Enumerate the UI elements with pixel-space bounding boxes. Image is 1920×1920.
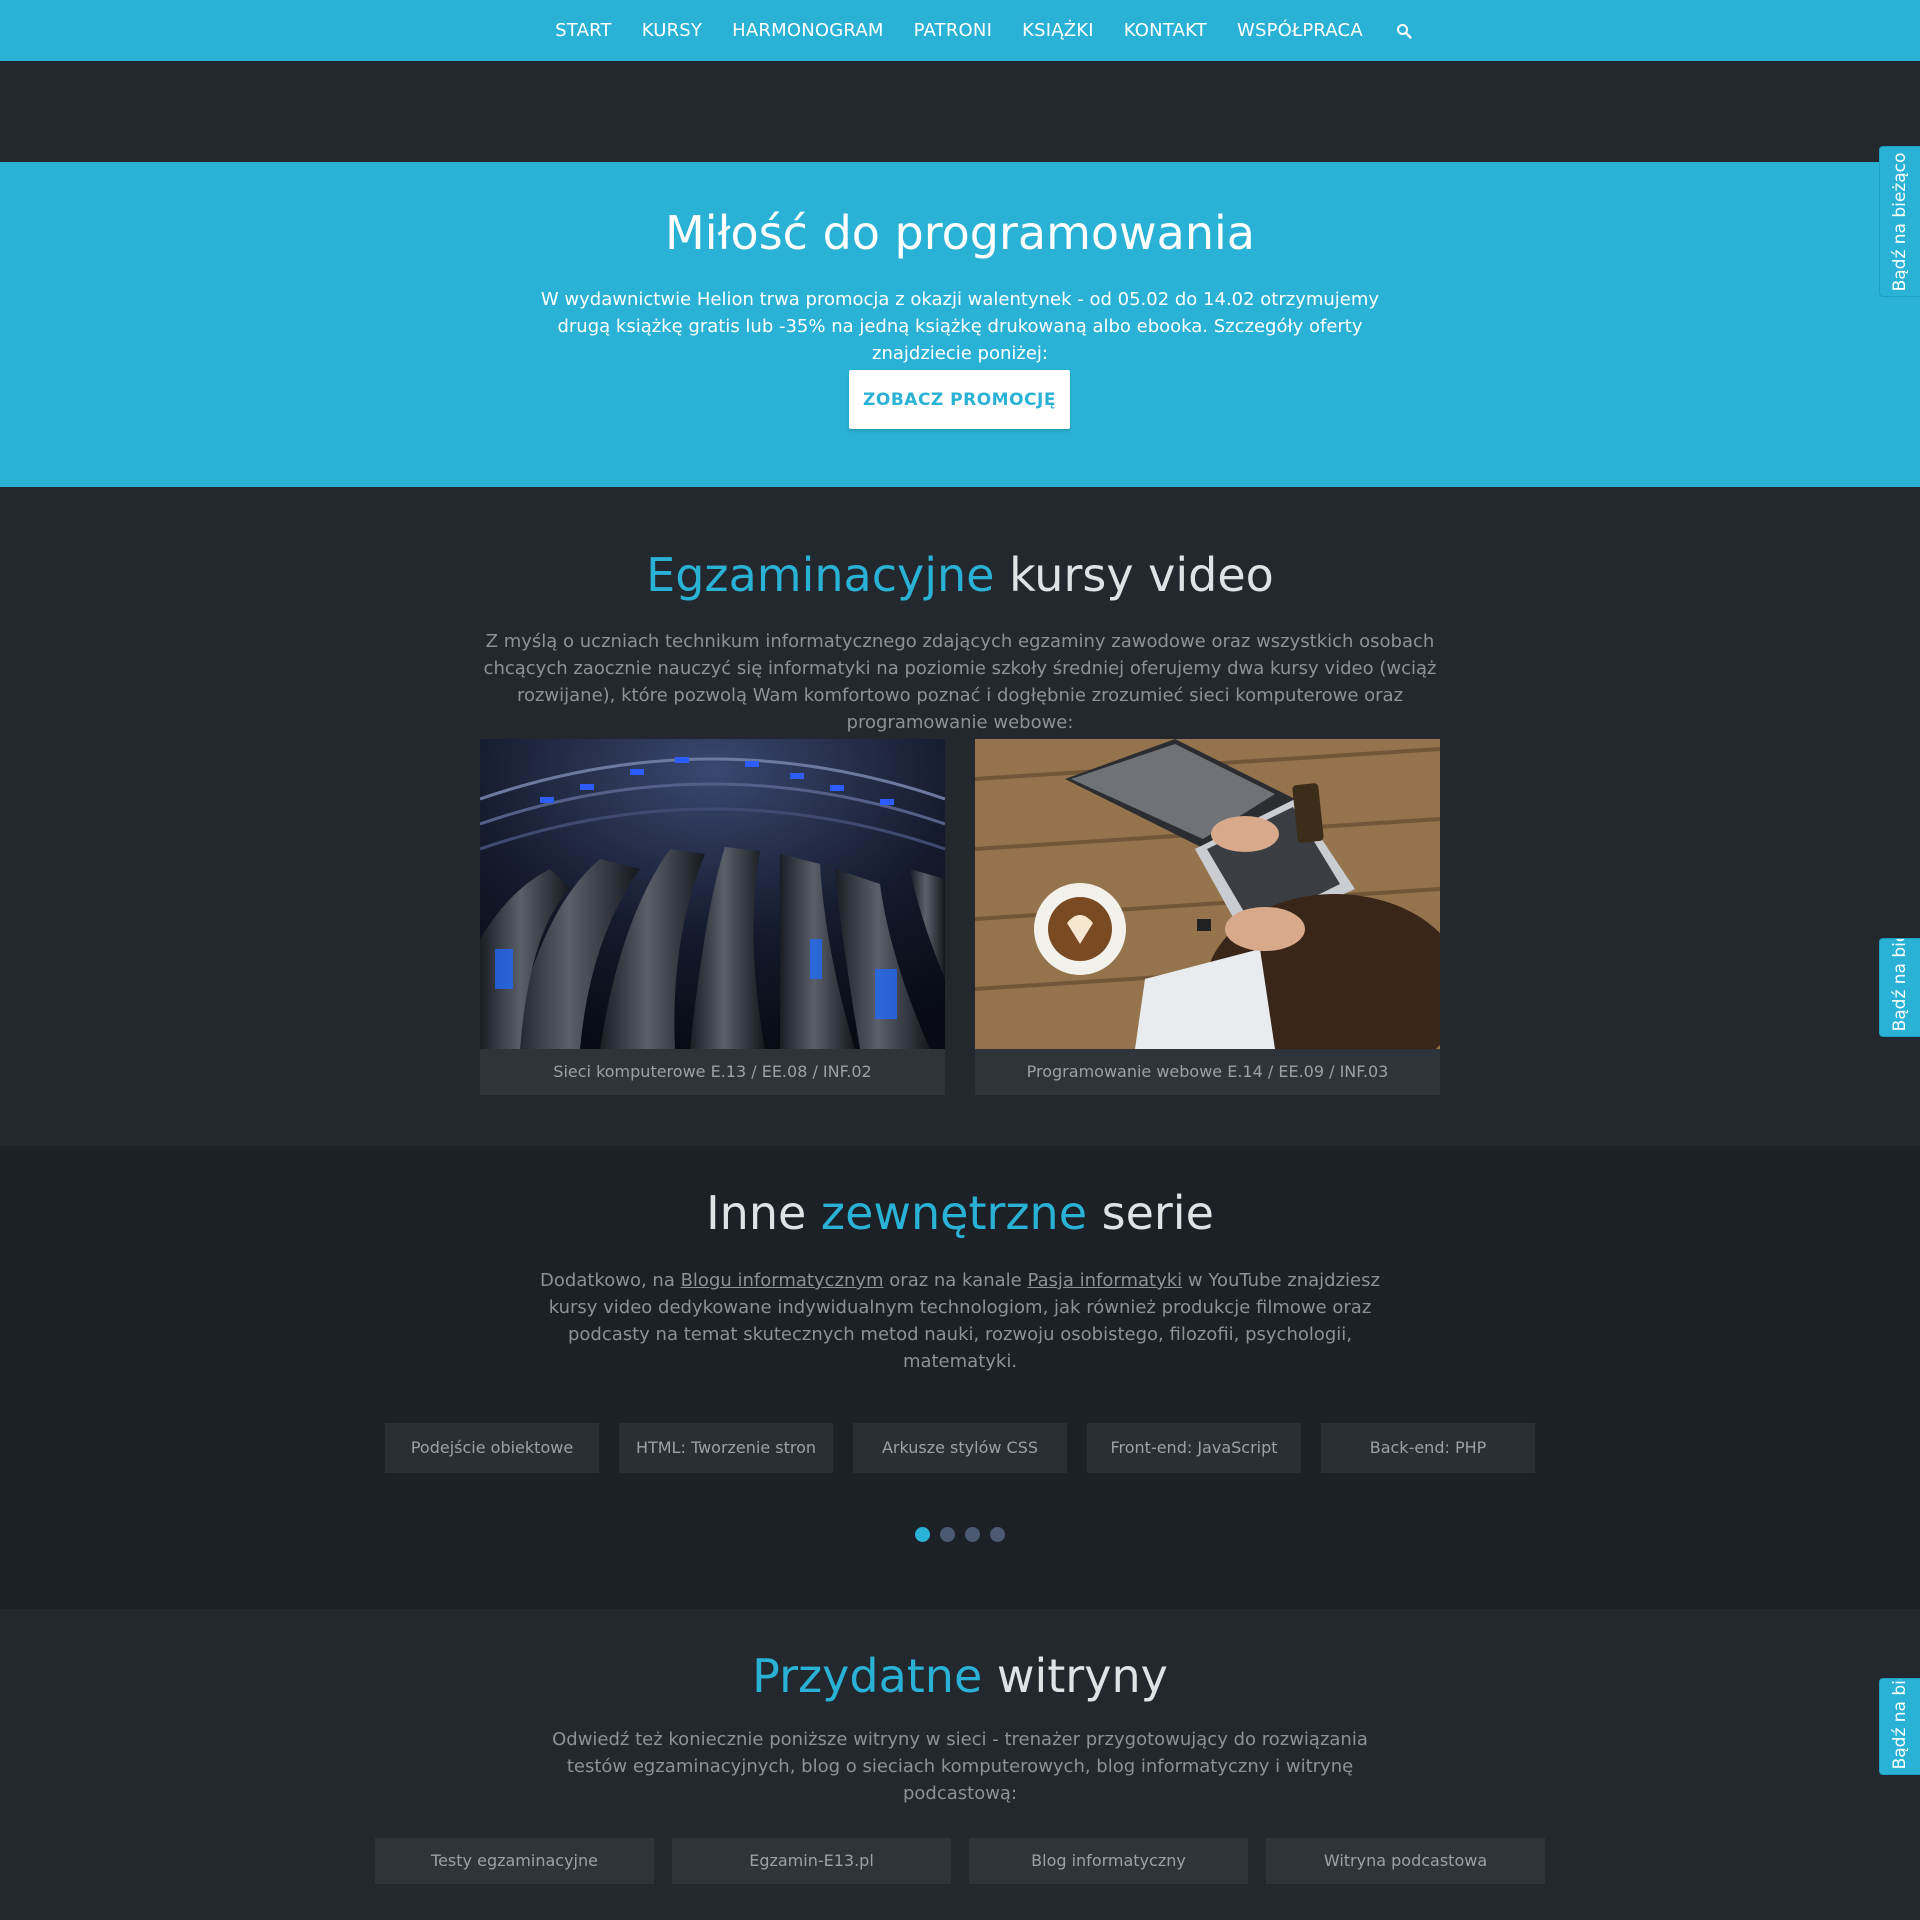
series-title: Inne zewnętrzne serie xyxy=(0,1186,1920,1240)
webdev-course-image xyxy=(975,739,1440,1049)
site-button-egzamin-e13[interactable]: Egzamin-E13.pl xyxy=(672,1838,951,1884)
courses-title-accent: Egzaminacyjne xyxy=(646,548,995,602)
stay-updated-label: Bądź na bieżąco xyxy=(1890,938,1910,1032)
nav-item-patroni[interactable]: PATRONI xyxy=(914,20,992,41)
stay-updated-tab[interactable]: Bądź na bieżąco xyxy=(1879,146,1920,297)
series-button-php[interactable]: Back-end: PHP xyxy=(1321,1423,1535,1473)
sites-title: Przydatne witryny xyxy=(0,1649,1920,1703)
see-promo-button[interactable]: ZOBACZ PROMOCJĘ xyxy=(849,370,1070,429)
nav-item-start[interactable]: START xyxy=(555,20,612,41)
useful-sites-section: Przydatne witryny Odwiedź też koniecznie… xyxy=(0,1609,1920,1920)
stay-updated-tab[interactable]: Bądź na bieżąco xyxy=(1879,938,1920,1037)
series-title-start: Inne xyxy=(706,1186,821,1240)
top-navigation: START KURSY HARMONOGRAM PATRONI KSIĄŻKI … xyxy=(0,0,1920,62)
site-button-podcast[interactable]: Witryna podcastowa xyxy=(1266,1838,1545,1884)
courses-section: Egzaminacyjne kursy video Z myślą o uczn… xyxy=(0,487,1920,1146)
blog-link[interactable]: Blogu informatycznym xyxy=(681,1270,884,1291)
site-button-it-blog[interactable]: Blog informatyczny xyxy=(969,1838,1248,1884)
nav-menu: START KURSY HARMONOGRAM PATRONI KSIĄŻKI … xyxy=(540,20,1412,41)
series-title-end: serie xyxy=(1087,1186,1214,1240)
course-card-webdev[interactable]: Programowanie webowe E.14 / EE.09 / INF.… xyxy=(975,739,1440,1095)
promo-text: W wydawnictwie Helion trwa promocja z ok… xyxy=(540,289,1380,364)
series-text: Dodatkowo, na Blogu informatycznym oraz … xyxy=(540,1267,1380,1375)
series-text-part: Dodatkowo, na xyxy=(540,1270,681,1291)
sites-title-rest: witryny xyxy=(982,1649,1168,1703)
courses-text: Z myślą o uczniach technikum informatycz… xyxy=(483,631,1437,733)
nav-item-ksiazki[interactable]: KSIĄŻKI xyxy=(1022,20,1094,41)
nav-item-kontakt[interactable]: KONTAKT xyxy=(1124,20,1207,41)
sites-title-accent: Przydatne xyxy=(752,1649,983,1703)
nav-item-harmonogram[interactable]: HARMONOGRAM xyxy=(732,20,883,41)
networks-course-image xyxy=(480,739,945,1049)
stay-updated-label: Bądź na bieżąco xyxy=(1890,152,1910,292)
carousel-dot-2[interactable] xyxy=(940,1527,955,1542)
course-caption: Sieci komputerowe E.13 / EE.08 / INF.02 xyxy=(553,1062,872,1081)
stay-updated-label: Bądź na bieżąco xyxy=(1890,1678,1910,1770)
series-button-oop[interactable]: Podejście obiektowe xyxy=(385,1423,599,1473)
search-icon[interactable] xyxy=(1396,23,1412,39)
promo-banner: Miłość do programowania W wydawnictwie H… xyxy=(0,162,1920,487)
carousel-dot-3[interactable] xyxy=(965,1527,980,1542)
sites-text: Odwiedź też koniecznie poniższe witryny … xyxy=(552,1729,1368,1804)
stay-updated-tab[interactable]: Bądź na bieżąco xyxy=(1879,1678,1920,1775)
courses-title: Egzaminacyjne kursy video xyxy=(0,548,1920,602)
series-button-css[interactable]: Arkusze stylów CSS xyxy=(853,1423,1067,1473)
course-caption: Programowanie webowe E.14 / EE.09 / INF.… xyxy=(1026,1062,1389,1081)
header-spacer xyxy=(0,61,1920,162)
series-text-part: oraz na kanale xyxy=(883,1270,1028,1291)
series-button-html[interactable]: HTML: Tworzenie stron xyxy=(619,1423,833,1473)
series-title-accent: zewnętrzne xyxy=(820,1186,1087,1240)
nav-item-kursy[interactable]: KURSY xyxy=(642,20,702,41)
carousel-dot-1[interactable] xyxy=(915,1527,930,1542)
promo-title: Miłość do programowania xyxy=(665,206,1255,260)
site-button-exam-tests[interactable]: Testy egzaminacyjne xyxy=(375,1838,654,1884)
courses-title-rest: kursy video xyxy=(994,548,1274,602)
series-button-javascript[interactable]: Front-end: JavaScript xyxy=(1087,1423,1301,1473)
youtube-channel-link[interactable]: Pasja informatyki xyxy=(1027,1270,1182,1291)
carousel-dot-4[interactable] xyxy=(990,1527,1005,1542)
nav-item-wspolpraca[interactable]: WSPÓŁPRACA xyxy=(1237,20,1363,41)
course-card-networks[interactable]: Sieci komputerowe E.13 / EE.08 / INF.02 xyxy=(480,739,945,1095)
external-series-section: Inne zewnętrzne serie Dodatkowo, na Blog… xyxy=(0,1146,1920,1609)
